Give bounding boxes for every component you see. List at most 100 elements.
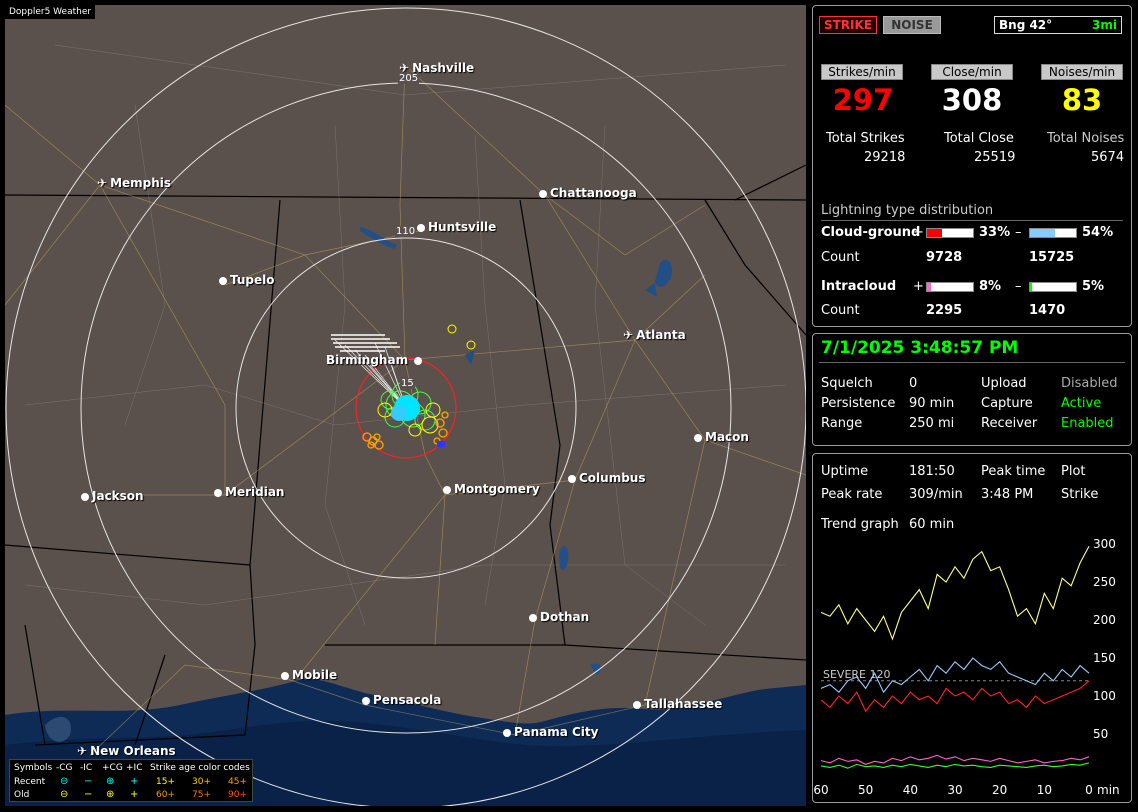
pos-ic-old-icon: + xyxy=(130,789,139,800)
trend-series-4 xyxy=(820,762,1090,769)
city-memphis: ✈ Memphis xyxy=(97,176,171,190)
status-divider xyxy=(819,362,1125,363)
city-label: Pensacola xyxy=(373,693,442,707)
airport-icon: ✈ xyxy=(77,744,88,758)
city-label: Atlanta xyxy=(636,328,686,342)
city-tallahassee: Tallahassee xyxy=(633,697,722,711)
age-old-1: 60+ xyxy=(156,790,175,800)
neg-ic-recent-icon: − xyxy=(84,776,93,787)
y-tick-label: 150 xyxy=(1093,651,1116,665)
peak-rate-label: Peak rate xyxy=(821,487,883,502)
ic-plus-sign: + xyxy=(913,279,924,294)
intracloud-label: Intracloud xyxy=(821,279,897,294)
x-tick-label: 20 xyxy=(992,783,1007,797)
cg-positive-count: 9728 xyxy=(926,250,963,265)
legend-age-label: Strike age color codes xyxy=(150,763,250,773)
y-tick-label: 250 xyxy=(1093,575,1116,589)
total-noises-label: Total Noises xyxy=(1047,131,1125,146)
city-huntsville: Huntsville xyxy=(417,220,496,234)
x-tick-label: 50 xyxy=(858,783,873,797)
city-dot-icon xyxy=(417,224,425,232)
cg-negative-count: 15725 xyxy=(1029,250,1075,265)
symbol-legend: Symbols -CG -IC +CG +IC Strike age color… xyxy=(9,759,253,802)
city-label: Meridian xyxy=(225,485,285,499)
squelch-value: 0 xyxy=(909,376,918,391)
legend-old-label: Old xyxy=(14,790,30,800)
total-noises-value: 5674 xyxy=(1091,150,1125,165)
city-dot-icon xyxy=(529,614,537,622)
cg-negative-bar xyxy=(1029,228,1077,238)
legend-col-pos-ic: +IC xyxy=(126,763,143,773)
lightning-map[interactable]: Doppler5 Weather 205 110 15 ✈ Nashville ✈ M… xyxy=(5,5,806,806)
city-dothan: Dothan xyxy=(529,610,589,624)
city-label: Birmingham xyxy=(326,353,409,367)
total-strikes-label: Total Strikes xyxy=(826,131,905,146)
cg-positive-bar xyxy=(926,228,974,238)
x-unit-label: min xyxy=(1097,783,1120,797)
uptime-value: 181:50 xyxy=(909,464,955,479)
legend-col-pos-cg: +CG xyxy=(102,763,123,773)
city-dot-icon xyxy=(81,493,89,501)
city-label: New Orleans xyxy=(90,744,176,758)
receiver-value: Enabled xyxy=(1061,416,1114,431)
noises-per-min-label: Noises/min xyxy=(1041,64,1123,80)
airport-icon: ✈ xyxy=(399,61,410,75)
plot-value[interactable]: Strike xyxy=(1061,487,1098,502)
y-tick-label: 100 xyxy=(1093,689,1116,703)
city-label: Macon xyxy=(705,430,749,444)
peak-time-label: Peak time xyxy=(981,464,1046,479)
x-tick-label: 10 xyxy=(1037,783,1052,797)
city-birmingham: Birmingham xyxy=(326,353,425,367)
x-tick-label: 30 xyxy=(947,783,962,797)
strike-mode-button[interactable]: STRIKE xyxy=(819,16,877,34)
ic-minus-sign: – xyxy=(1015,279,1022,294)
close-per-min-label: Close/min xyxy=(931,64,1013,80)
x-tick-label: 60 xyxy=(813,783,828,797)
city-dot-icon xyxy=(694,434,702,442)
city-dot-icon xyxy=(539,190,547,198)
city-dot-icon xyxy=(443,486,451,494)
legend-col-neg-cg: -CG xyxy=(56,763,73,773)
age-recent-1: 15+ xyxy=(156,777,175,787)
map-title: Doppler5 Weather xyxy=(5,5,96,19)
distribution-title: Lightning type distribution xyxy=(821,203,994,218)
city-atlanta: ✈ Atlanta xyxy=(623,328,686,342)
severe-label: SEVERE 120 xyxy=(823,668,891,681)
datetime-display: 7/1/2025 3:48:57 PM xyxy=(821,338,1019,358)
trend-graph-label: Trend graph xyxy=(821,517,899,532)
ic-negative-count: 1470 xyxy=(1029,303,1066,318)
city-label: Tupelo xyxy=(230,273,275,287)
bearing-range: 3mi xyxy=(1092,18,1117,32)
total-close-value: 25519 xyxy=(974,150,1016,165)
cg-minus-sign: – xyxy=(1015,225,1022,240)
receiver-label: Receiver xyxy=(981,416,1038,431)
city-dot-icon xyxy=(219,277,227,285)
label-clutter xyxy=(331,334,400,352)
y-tick-label: 300 xyxy=(1093,537,1116,551)
lakes xyxy=(360,227,673,675)
city-label: Panama City xyxy=(514,725,599,739)
ic-count-label: Count xyxy=(821,303,860,318)
ring-label-15: 15 xyxy=(400,378,415,389)
city-label: Montgomery xyxy=(454,482,540,496)
cg-positive-pct: 33% xyxy=(979,225,1011,240)
city-pensacola: Pensacola xyxy=(362,693,441,707)
city-label: Columbus xyxy=(579,471,646,485)
distribution-divider xyxy=(821,220,1123,221)
trend-chart: SEVERE 1203002502001501005060 50 40 30 20 10 0… xyxy=(813,537,1120,797)
pos-ic-recent-icon: + xyxy=(130,776,139,787)
noise-mode-button[interactable]: NOISE xyxy=(883,16,941,34)
age-recent-2: 30+ xyxy=(192,777,211,787)
city-mobile: Mobile xyxy=(281,668,337,682)
legend-symbols-label: Symbols xyxy=(14,763,53,773)
noises-per-min-value: 83 xyxy=(1061,83,1103,117)
bearing-value: Bng 42° xyxy=(999,18,1053,32)
strikes-per-min-value: 297 xyxy=(832,83,894,117)
pos-cg-old-icon: ⊕ xyxy=(106,789,115,800)
cg-count-label: Count xyxy=(821,250,860,265)
x-tick-label: 40 xyxy=(903,783,918,797)
city-dot-icon xyxy=(281,672,289,680)
pos-cg-recent-icon: ⊕ xyxy=(106,776,115,787)
city-label: Mobile xyxy=(292,668,338,682)
range-label: Range xyxy=(821,416,863,431)
